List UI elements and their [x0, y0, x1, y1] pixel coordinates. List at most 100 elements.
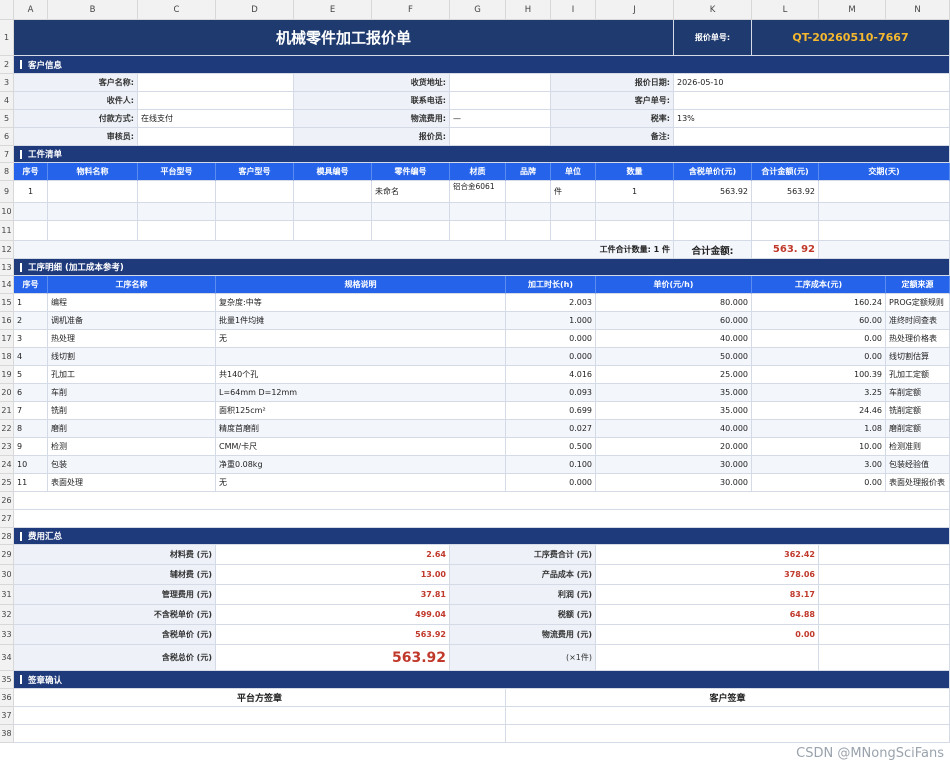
parts-cell[interactable]	[294, 181, 372, 203]
parts-cell[interactable]	[506, 221, 551, 241]
process-cell[interactable]: 检测	[48, 438, 216, 456]
process-cell[interactable]: 精度首磨削	[216, 420, 506, 438]
parts-cell[interactable]	[138, 181, 216, 203]
row-header-35[interactable]: 35	[0, 671, 14, 689]
customer-value[interactable]: 13%	[674, 110, 950, 128]
row-header-36[interactable]: 36	[0, 689, 14, 707]
row-header-21[interactable]: 21	[0, 402, 14, 420]
row-header-27[interactable]: 27	[0, 510, 14, 528]
parts-cell[interactable]	[48, 203, 138, 221]
parts-cell[interactable]	[48, 221, 138, 241]
process-cell[interactable]: 调机准备	[48, 312, 216, 330]
cell[interactable]	[14, 725, 506, 743]
row-header-2[interactable]: 2	[0, 56, 14, 74]
row-header-37[interactable]: 37	[0, 707, 14, 725]
process-cell[interactable]: 30.000	[596, 474, 752, 492]
process-cell[interactable]: 线切割	[48, 348, 216, 366]
row-header-7[interactable]: 7	[0, 146, 14, 163]
row-header-22[interactable]: 22	[0, 420, 14, 438]
column-header-L[interactable]: L	[752, 0, 819, 20]
process-cell[interactable]: 60.000	[596, 312, 752, 330]
parts-cell[interactable]	[819, 181, 950, 203]
column-header-I[interactable]: I	[551, 0, 596, 20]
column-header-J[interactable]: J	[596, 0, 674, 20]
parts-cell[interactable]	[674, 221, 752, 241]
column-header-G[interactable]: G	[450, 0, 506, 20]
process-cell[interactable]: 铣削	[48, 402, 216, 420]
row-header-34[interactable]: 34	[0, 645, 14, 671]
parts-cell[interactable]	[216, 203, 294, 221]
column-header-C[interactable]: C	[138, 0, 216, 20]
parts-cell[interactable]	[48, 181, 138, 203]
parts-cell[interactable]	[551, 203, 596, 221]
row-header-1[interactable]: 1	[0, 20, 14, 56]
row-header-30[interactable]: 30	[0, 565, 14, 585]
row-header-25[interactable]: 25	[0, 474, 14, 492]
parts-cell[interactable]	[216, 221, 294, 241]
select-all-corner[interactable]	[0, 0, 14, 20]
process-cell[interactable]: 0.093	[506, 384, 596, 402]
row-header-11[interactable]: 11	[0, 221, 14, 241]
cell[interactable]	[14, 510, 950, 528]
row-header-18[interactable]: 18	[0, 348, 14, 366]
row-header-38[interactable]: 38	[0, 725, 14, 743]
process-cell[interactable]: 80.000	[596, 294, 752, 312]
customer-value[interactable]: 在线支付	[138, 110, 294, 128]
process-cell[interactable]: L=64mm D=12mm	[216, 384, 506, 402]
parts-cell[interactable]: 件	[551, 181, 596, 203]
parts-cell[interactable]	[294, 221, 372, 241]
parts-cell[interactable]	[216, 181, 294, 203]
row-header-20[interactable]: 20	[0, 384, 14, 402]
row-header-19[interactable]: 19	[0, 366, 14, 384]
process-cell[interactable]: 40.000	[596, 330, 752, 348]
parts-cell[interactable]	[138, 203, 216, 221]
customer-value[interactable]	[450, 92, 551, 110]
column-header-B[interactable]: B	[48, 0, 138, 20]
column-header-E[interactable]: E	[294, 0, 372, 20]
process-cell[interactable]: 50.000	[596, 348, 752, 366]
process-cell[interactable]: 0.000	[506, 474, 596, 492]
process-cell[interactable]: 净重0.08kg	[216, 456, 506, 474]
parts-cell[interactable]	[596, 221, 674, 241]
process-cell[interactable]: 磨削定额	[886, 420, 950, 438]
parts-cell[interactable]: 铝合金6061	[450, 181, 506, 203]
platform-signature[interactable]: 平台方签章	[14, 689, 506, 707]
process-cell[interactable]: 35.000	[596, 384, 752, 402]
process-cell[interactable]: 3	[14, 330, 48, 348]
parts-cell[interactable]: 563.92	[752, 181, 819, 203]
process-cell[interactable]: 6	[14, 384, 48, 402]
process-cell[interactable]: 1.08	[752, 420, 886, 438]
process-cell[interactable]: 复杂度:中等	[216, 294, 506, 312]
process-cell[interactable]: 面积125cm²	[216, 402, 506, 420]
row-header-32[interactable]: 32	[0, 605, 14, 625]
process-cell[interactable]: 无	[216, 330, 506, 348]
process-cell[interactable]: 0.00	[752, 474, 886, 492]
process-cell[interactable]: 24.46	[752, 402, 886, 420]
process-cell[interactable]: 0.000	[506, 348, 596, 366]
process-cell[interactable]: PROG定额规则	[886, 294, 950, 312]
process-cell[interactable]: 2	[14, 312, 48, 330]
process-cell[interactable]: 0.000	[506, 330, 596, 348]
parts-cell[interactable]	[819, 221, 950, 241]
process-cell[interactable]: 检测准则	[886, 438, 950, 456]
parts-cell[interactable]	[506, 181, 551, 203]
parts-cell[interactable]	[294, 203, 372, 221]
parts-cell[interactable]: 1	[596, 181, 674, 203]
parts-cell[interactable]: 563.92	[674, 181, 752, 203]
row-header-16[interactable]: 16	[0, 312, 14, 330]
process-cell[interactable]: 7	[14, 402, 48, 420]
row-header-14[interactable]: 14	[0, 276, 14, 294]
cell[interactable]	[14, 707, 506, 725]
process-cell[interactable]: 11	[14, 474, 48, 492]
cell[interactable]	[14, 492, 950, 510]
column-header-N[interactable]: N	[886, 0, 950, 20]
process-cell[interactable]: 编程	[48, 294, 216, 312]
parts-cell[interactable]	[372, 203, 450, 221]
process-cell[interactable]: 孔加工	[48, 366, 216, 384]
customer-value[interactable]	[674, 92, 950, 110]
process-cell[interactable]: 30.000	[596, 456, 752, 474]
process-cell[interactable]: 表面处理报价表	[886, 474, 950, 492]
process-cell[interactable]: CMM/卡尺	[216, 438, 506, 456]
column-header-A[interactable]: A	[14, 0, 48, 20]
process-cell[interactable]: 160.24	[752, 294, 886, 312]
